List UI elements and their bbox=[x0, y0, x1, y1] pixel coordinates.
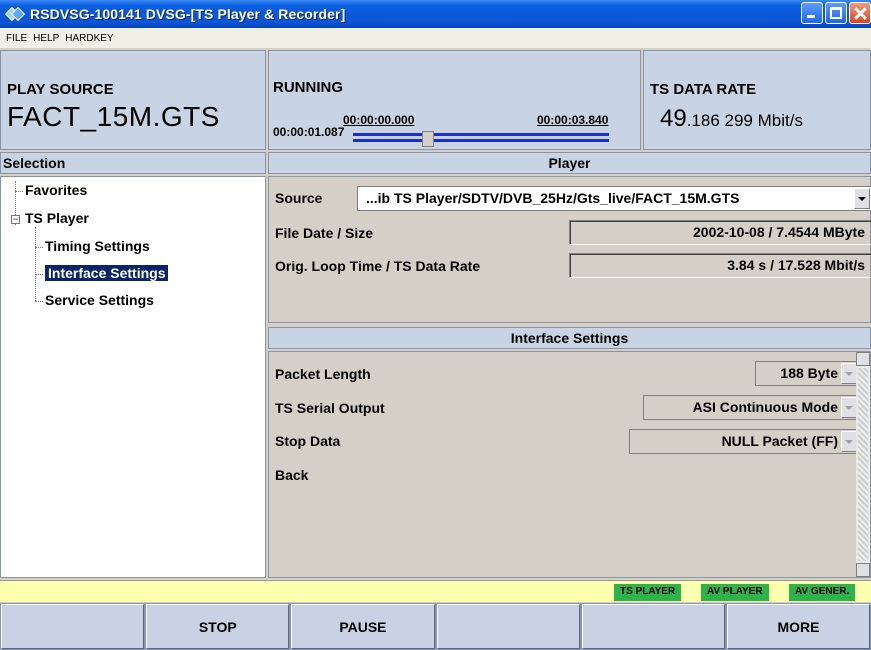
menu-bar: FILE HELP HARDKEY bbox=[0, 28, 871, 48]
stop-button[interactable]: STOP bbox=[146, 604, 290, 649]
file-date-size-label: File Date / Size bbox=[275, 225, 374, 241]
loop-time-rate-label: Orig. Loop Time / TS Data Rate bbox=[275, 258, 481, 274]
chevron-down-icon[interactable] bbox=[841, 431, 857, 452]
status-tag-ts-player: TS PLAYER bbox=[614, 584, 682, 601]
softkey-5[interactable] bbox=[581, 604, 725, 649]
collapse-icon[interactable]: − bbox=[11, 215, 20, 224]
end-time: 00:00:03.840 bbox=[537, 113, 609, 127]
interface-settings-panel: Packet Length 188 Byte TS Serial Output … bbox=[268, 351, 871, 578]
menu-help[interactable]: HELP bbox=[33, 33, 59, 44]
softkey-bar: STOP PAUSE MORE bbox=[0, 603, 871, 650]
play-source-file: FACT_15M.GTS bbox=[7, 101, 220, 132]
chevron-down-icon[interactable] bbox=[841, 397, 857, 418]
ts-serial-output-value: ASI Continuous Mode bbox=[692, 399, 838, 415]
stop-data-select[interactable]: NULL Packet (FF) bbox=[629, 429, 859, 454]
tree-item-favorites[interactable]: Favorites bbox=[25, 182, 87, 198]
app-icon bbox=[4, 5, 26, 23]
minimize-icon bbox=[807, 15, 815, 18]
play-source-label: PLAY SOURCE bbox=[7, 81, 114, 98]
status-tag-av-generator: AV GENER. bbox=[789, 584, 856, 601]
ts-serial-output-select[interactable]: ASI Continuous Mode bbox=[643, 395, 859, 420]
minimize-button[interactable] bbox=[801, 2, 823, 24]
tree-item-service-settings[interactable]: Service Settings bbox=[45, 292, 154, 308]
selection-header-label: Selection bbox=[3, 155, 66, 171]
scroll-up-icon[interactable] bbox=[856, 352, 870, 366]
packet-length-value: 188 Byte bbox=[780, 365, 838, 381]
source-value: ...ib TS Player/SDTV/DVB_25Hz/Gts_live/F… bbox=[366, 190, 740, 206]
close-button[interactable] bbox=[849, 2, 871, 24]
more-button[interactable]: MORE bbox=[726, 604, 871, 649]
file-date-size-value: 2002-10-08 / 7.4544 MByte bbox=[569, 220, 871, 245]
selection-tree: Favorites − TS Player Timing Settings In… bbox=[0, 176, 266, 578]
title-bar: RSDVSG-100141 DVSG-[TS Player & Recorder… bbox=[0, 0, 871, 28]
rate-integer: 49 bbox=[660, 105, 687, 132]
source-select[interactable]: ...ib TS Player/SDTV/DVB_25Hz/Gts_live/F… bbox=[357, 186, 871, 211]
running-label: RUNNING bbox=[273, 79, 343, 96]
ts-serial-output-label: TS Serial Output bbox=[275, 400, 385, 416]
interface-settings-header: Interface Settings bbox=[268, 327, 871, 349]
pause-button[interactable]: PAUSE bbox=[291, 604, 435, 649]
ts-data-rate-value: 49.186 299 Mbit/s bbox=[660, 105, 803, 133]
ts-data-rate-label: TS DATA RATE bbox=[650, 81, 757, 98]
player-header-label: Player bbox=[548, 155, 591, 171]
packet-length-label: Packet Length bbox=[275, 366, 371, 382]
window-title: RSDVSG-100141 DVSG-[TS Player & Recorder… bbox=[30, 6, 346, 22]
rate-fraction: .186 299 Mbit/s bbox=[686, 111, 803, 130]
scroll-down-icon[interactable] bbox=[856, 563, 870, 577]
player-panel: Source ...ib TS Player/SDTV/DVB_25Hz/Gts… bbox=[268, 176, 871, 323]
tree-item-ts-player[interactable]: TS Player bbox=[25, 210, 89, 226]
ts-data-rate-panel: TS DATA RATE 49.186 299 Mbit/s bbox=[643, 50, 871, 150]
softkey-4[interactable] bbox=[436, 604, 580, 649]
selection-header: Selection bbox=[0, 152, 266, 174]
menu-file[interactable]: FILE bbox=[6, 33, 27, 44]
interface-scrollbar[interactable] bbox=[856, 352, 870, 577]
interface-settings-header-label: Interface Settings bbox=[510, 330, 629, 346]
maximize-icon bbox=[830, 7, 842, 19]
menu-hardkey[interactable]: HARDKEY bbox=[65, 33, 113, 44]
back-item[interactable]: Back bbox=[275, 467, 308, 483]
start-time: 00:00:00.000 bbox=[343, 113, 415, 127]
play-source-panel: PLAY SOURCE FACT_15M.GTS bbox=[0, 50, 266, 150]
softkey-1[interactable] bbox=[1, 604, 145, 649]
tree-item-timing-settings[interactable]: Timing Settings bbox=[45, 238, 150, 254]
running-panel: RUNNING 00:00:00.000 00:00:03.840 00:00:… bbox=[268, 50, 641, 150]
tree-item-interface-settings[interactable]: Interface Settings bbox=[43, 264, 170, 282]
chevron-down-icon[interactable] bbox=[841, 363, 857, 384]
status-bar: TS PLAYER AV PLAYER AV GENER. bbox=[0, 580, 871, 602]
player-header: Player bbox=[268, 152, 871, 174]
packet-length-select[interactable]: 188 Byte bbox=[755, 361, 859, 386]
stop-data-label: Stop Data bbox=[275, 433, 341, 449]
progress-knob[interactable] bbox=[422, 131, 435, 147]
current-time: 00:00:01.087 bbox=[273, 125, 345, 139]
status-tag-av-player: AV PLAYER bbox=[701, 584, 769, 601]
playback-progress[interactable] bbox=[353, 131, 609, 147]
source-label: Source bbox=[275, 190, 323, 206]
maximize-button[interactable] bbox=[825, 2, 847, 24]
chevron-down-icon[interactable] bbox=[854, 188, 870, 209]
stop-data-value: NULL Packet (FF) bbox=[721, 433, 838, 449]
loop-time-rate-value: 3.84 s / 17.528 Mbit/s bbox=[569, 253, 871, 278]
